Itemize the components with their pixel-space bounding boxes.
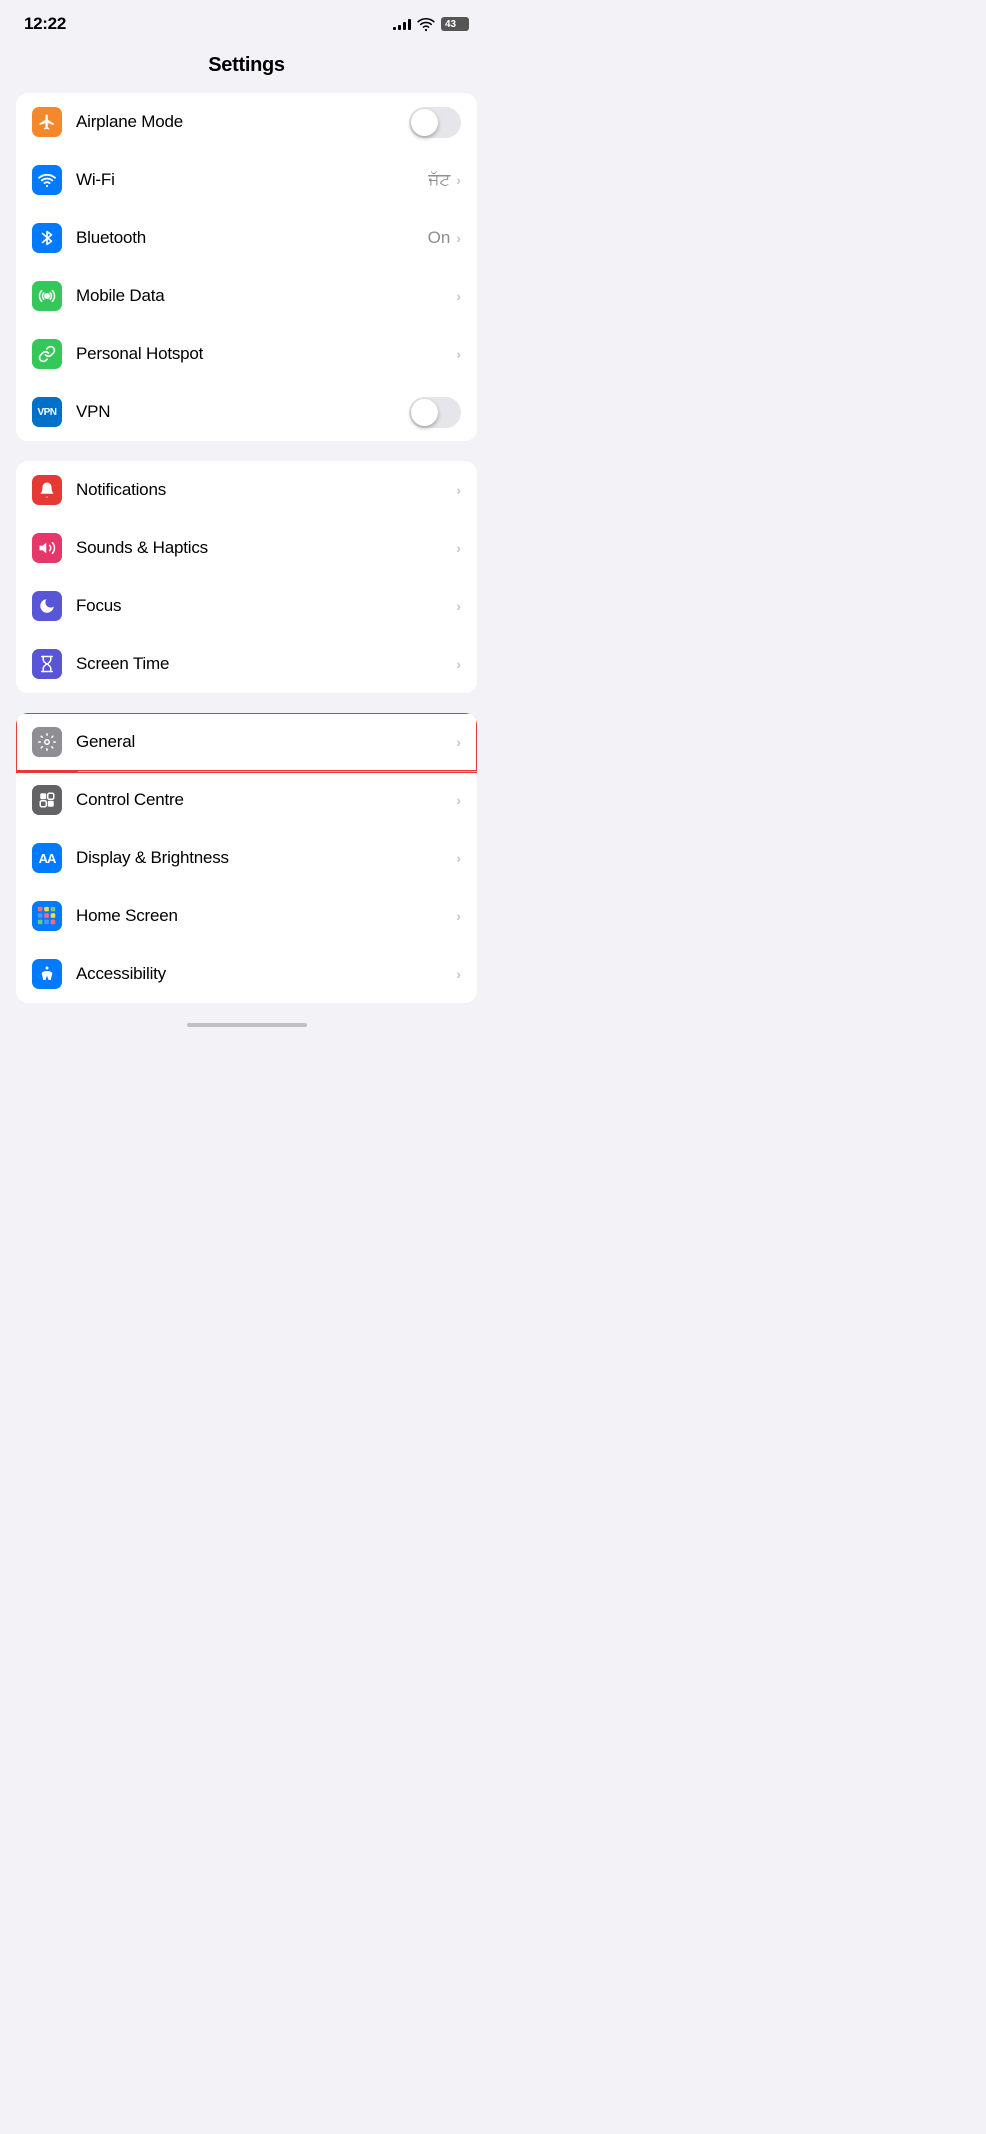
wifi-row[interactable]: Wi-Fi ਜੱਟ › xyxy=(16,151,477,209)
display-brightness-label: Display & Brightness xyxy=(76,848,456,868)
screen-time-label: Screen Time xyxy=(76,654,456,674)
control-centre-chevron-icon: › xyxy=(456,792,461,808)
personal-hotspot-row[interactable]: Personal Hotspot › xyxy=(16,325,477,383)
mobile-data-chevron-icon: › xyxy=(456,288,461,304)
mobile-data-row[interactable]: Mobile Data › xyxy=(16,267,477,325)
status-time: 12:22 xyxy=(24,14,66,34)
sounds-haptics-chevron-icon: › xyxy=(456,540,461,556)
general-icon xyxy=(32,727,62,757)
control-centre-icon xyxy=(32,785,62,815)
wifi-row-icon xyxy=(32,165,62,195)
status-icons: 43 xyxy=(393,15,469,33)
toggles-icon xyxy=(38,791,56,809)
wifi-value: ਜੱਟ xyxy=(428,170,450,190)
airplane-mode-icon xyxy=(32,107,62,137)
screen-time-chevron-icon: › xyxy=(456,656,461,672)
accessibility-person-icon xyxy=(38,965,56,983)
home-screen-label: Home Screen xyxy=(76,906,456,926)
focus-row[interactable]: Focus › xyxy=(16,577,477,635)
bluetooth-chevron-icon: › xyxy=(456,230,461,246)
wifi-icon xyxy=(38,171,56,189)
speaker-icon xyxy=(38,539,56,557)
sounds-haptics-icon xyxy=(32,533,62,563)
aa-text: AA xyxy=(39,851,56,866)
vpn-icon: VPN xyxy=(32,397,62,427)
focus-label: Focus xyxy=(76,596,456,616)
hotspot-icon xyxy=(32,339,62,369)
vpn-toggle[interactable] xyxy=(409,397,461,428)
bluetooth-label: Bluetooth xyxy=(76,228,428,248)
focus-chevron-icon: › xyxy=(456,598,461,614)
signal-icon xyxy=(38,287,56,305)
control-centre-label: Control Centre xyxy=(76,790,456,810)
system1-section: Notifications › Sounds & Haptics › Focus… xyxy=(16,461,477,693)
display-brightness-icon: AA xyxy=(32,843,62,873)
home-screen-icon xyxy=(32,901,62,931)
vpn-row[interactable]: VPN VPN xyxy=(16,383,477,441)
home-indicator xyxy=(187,1023,307,1027)
notifications-row[interactable]: Notifications › xyxy=(16,461,477,519)
vpn-label: VPN xyxy=(76,402,409,422)
home-screen-chevron-icon: › xyxy=(456,908,461,924)
general-row[interactable]: General › xyxy=(16,713,477,771)
accessibility-chevron-icon: › xyxy=(456,966,461,982)
hourglass-icon xyxy=(38,655,56,673)
sounds-haptics-label: Sounds & Haptics xyxy=(76,538,456,558)
airplane-mode-label: Airplane Mode xyxy=(76,112,409,132)
battery-icon: 43 xyxy=(441,17,469,31)
airplane-mode-toggle[interactable] xyxy=(409,107,461,138)
general-chevron-icon: › xyxy=(456,734,461,750)
personal-hotspot-chevron-icon: › xyxy=(456,346,461,362)
signal-bars-icon xyxy=(393,18,411,30)
accessibility-icon xyxy=(32,959,62,989)
bluetooth-row-icon xyxy=(32,223,62,253)
screen-time-row[interactable]: Screen Time › xyxy=(16,635,477,693)
grid-icon xyxy=(36,905,58,927)
accessibility-label: Accessibility xyxy=(76,964,456,984)
airplane-icon xyxy=(38,113,56,131)
bell-icon xyxy=(38,481,56,499)
page-title: Settings xyxy=(20,54,473,77)
bluetooth-value: On xyxy=(428,228,451,248)
display-brightness-row[interactable]: AA Display & Brightness › xyxy=(16,829,477,887)
status-bar: 12:22 43 xyxy=(0,0,493,42)
vpn-text: VPN xyxy=(37,407,56,418)
wifi-status-icon xyxy=(417,15,435,33)
wifi-chevron-icon: › xyxy=(456,172,461,188)
airplane-mode-row[interactable]: Airplane Mode xyxy=(16,93,477,151)
moon-icon xyxy=(38,597,56,615)
general-label: General xyxy=(76,732,456,752)
notifications-chevron-icon: › xyxy=(456,482,461,498)
sounds-haptics-row[interactable]: Sounds & Haptics › xyxy=(16,519,477,577)
personal-hotspot-label: Personal Hotspot xyxy=(76,344,456,364)
screen-time-icon xyxy=(32,649,62,679)
mobile-data-label: Mobile Data xyxy=(76,286,456,306)
accessibility-row[interactable]: Accessibility › xyxy=(16,945,477,1003)
bluetooth-row[interactable]: Bluetooth On › xyxy=(16,209,477,267)
gear-icon xyxy=(38,733,56,751)
control-centre-row[interactable]: Control Centre › xyxy=(16,771,477,829)
notifications-label: Notifications xyxy=(76,480,456,500)
display-brightness-chevron-icon: › xyxy=(456,850,461,866)
wifi-label: Wi-Fi xyxy=(76,170,428,190)
mobile-data-icon xyxy=(32,281,62,311)
connectivity-section: Airplane Mode Wi-Fi ਜੱਟ › Bluetooth On › xyxy=(16,93,477,441)
bluetooth-icon xyxy=(39,229,55,247)
system2-section: General › Control Centre › AA Display & … xyxy=(16,713,477,1003)
notifications-icon xyxy=(32,475,62,505)
home-screen-row[interactable]: Home Screen › xyxy=(16,887,477,945)
link-icon xyxy=(38,345,56,363)
focus-icon xyxy=(32,591,62,621)
page-header: Settings xyxy=(0,42,493,93)
